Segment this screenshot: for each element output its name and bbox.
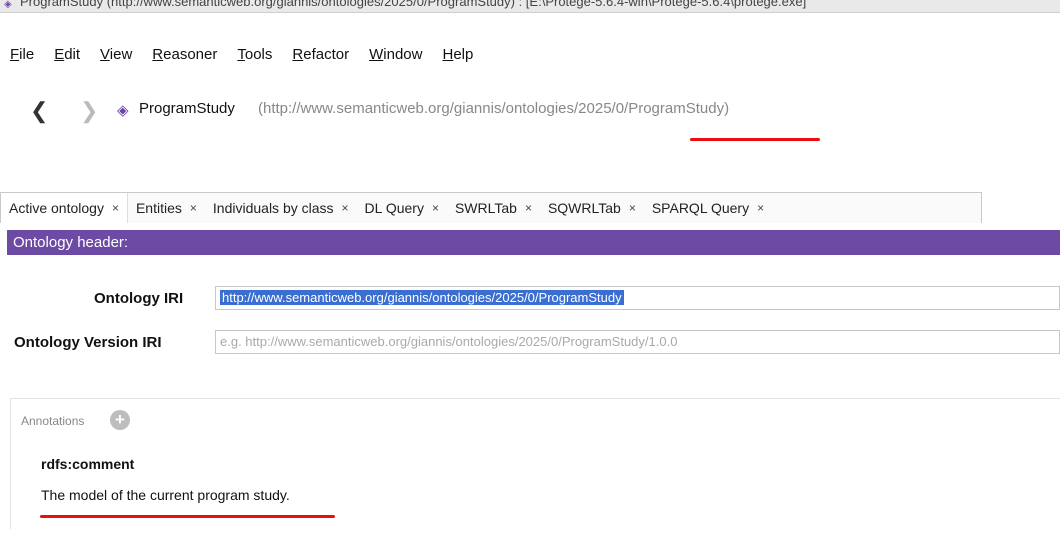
ontology-version-iri-placeholder: e.g. http://www.semanticweb.org/giannis/…	[220, 334, 678, 349]
menu-file[interactable]: File	[0, 46, 44, 63]
menu-bar: File Edit View Reasoner Tools Refactor W…	[0, 40, 483, 68]
red-annotation-underline-iri	[690, 138, 820, 141]
window-title-bar: ◈ ProgramStudy (http://www.semanticweb.o…	[0, 0, 1060, 13]
ontology-header-title: Ontology header:	[13, 234, 129, 251]
protege-app-icon: ◈	[4, 0, 12, 10]
annotation-value[interactable]: The model of the current program study.	[41, 487, 290, 503]
ontology-iri-value: http://www.semanticweb.org/giannis/ontol…	[220, 290, 624, 305]
ontology-iri-row: Ontology IRI http://www.semanticweb.org/…	[0, 286, 1060, 314]
ontology-iri-text: (http://www.semanticweb.org/giannis/onto…	[258, 100, 730, 117]
add-annotation-icon[interactable]: +	[110, 410, 130, 430]
tab-active-ontology[interactable]: Active ontology ×	[1, 193, 128, 223]
tab-strip: Active ontology × Entities × Individuals b…	[0, 192, 982, 223]
ontology-header-bar: Ontology header:	[7, 230, 1060, 255]
close-icon[interactable]: ×	[190, 201, 197, 215]
close-icon[interactable]: ×	[432, 201, 439, 215]
tab-sqwrltab[interactable]: SQWRLTab ×	[540, 193, 644, 223]
ontology-version-iri-input[interactable]: e.g. http://www.semanticweb.org/giannis/…	[215, 330, 1060, 354]
close-icon[interactable]: ×	[112, 201, 119, 215]
back-arrow-icon[interactable]: ❮	[30, 98, 48, 124]
window-title: ProgramStudy (http://www.semanticweb.org…	[20, 0, 807, 9]
annotations-panel: Annotations + rdfs:comment The model of …	[10, 398, 1060, 529]
menu-view[interactable]: View	[90, 46, 142, 63]
navigation-bar: ❮ ❯ ◈ ProgramStudy (http://www.semanticw…	[0, 96, 1060, 126]
tab-individuals-by-class[interactable]: Individuals by class ×	[205, 193, 357, 223]
close-icon[interactable]: ×	[757, 201, 764, 215]
menu-tools[interactable]: Tools	[227, 46, 282, 63]
menu-reasoner[interactable]: Reasoner	[142, 46, 227, 63]
tab-entities[interactable]: Entities ×	[128, 193, 205, 223]
tab-sparql-query[interactable]: SPARQL Query ×	[644, 193, 772, 223]
tab-swrltab[interactable]: SWRLTab ×	[447, 193, 540, 223]
menu-edit[interactable]: Edit	[44, 46, 90, 63]
ontology-version-iri-row: Ontology Version IRI e.g. http://www.sem…	[0, 330, 1060, 358]
close-icon[interactable]: ×	[525, 201, 532, 215]
ontology-iri-label: Ontology IRI	[94, 290, 184, 307]
menu-refactor[interactable]: Refactor	[282, 46, 359, 63]
red-annotation-underline-comment	[40, 515, 335, 518]
forward-arrow-icon[interactable]: ❯	[80, 98, 98, 124]
ontology-name[interactable]: ProgramStudy	[139, 100, 235, 117]
close-icon[interactable]: ×	[342, 201, 349, 215]
close-icon[interactable]: ×	[629, 201, 636, 215]
ontology-icon: ◈	[117, 102, 129, 119]
ontology-iri-input[interactable]: http://www.semanticweb.org/giannis/ontol…	[215, 286, 1060, 310]
annotation-property[interactable]: rdfs:comment	[41, 456, 134, 472]
ontology-version-iri-label: Ontology Version IRI	[14, 334, 162, 351]
menu-help[interactable]: Help	[432, 46, 483, 63]
annotations-header: Annotations	[21, 414, 85, 428]
menu-window[interactable]: Window	[359, 46, 432, 63]
tab-dl-query[interactable]: DL Query ×	[357, 193, 447, 223]
